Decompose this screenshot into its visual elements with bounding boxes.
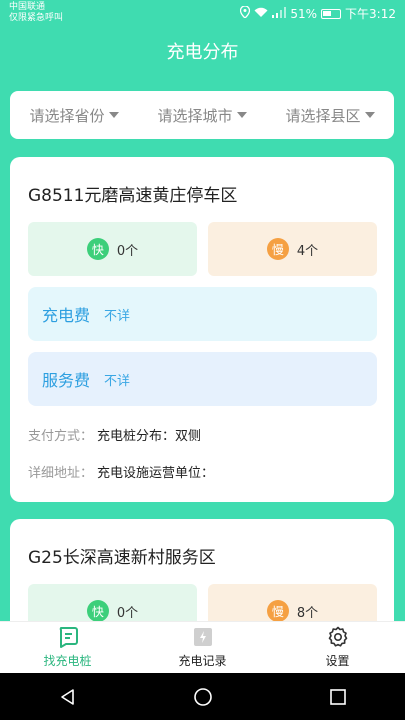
recents-square-icon	[329, 688, 346, 705]
fast-charger-count: 快 0个	[28, 222, 197, 276]
chat-square-icon	[56, 626, 80, 648]
location-icon	[240, 5, 251, 21]
system-nav-bar	[0, 673, 405, 720]
signal-icon	[272, 6, 287, 21]
city-select-label: 请选择城市	[157, 106, 233, 125]
carrier-info: 中国联通 仅限紧急呼叫	[9, 2, 63, 24]
back-button[interactable]	[48, 677, 88, 717]
recents-button[interactable]	[318, 677, 358, 717]
tab-charge-records-label: 充电记录	[178, 654, 227, 668]
slow-count: 8个	[296, 605, 319, 621]
charge-fee-label: 充电费	[42, 306, 91, 325]
province-select[interactable]: 请选择省份	[29, 105, 119, 126]
caret-down-icon	[236, 112, 247, 118]
carrier-name: 中国联通	[9, 2, 46, 12]
charge-fee-row: 充电费 不详	[28, 287, 377, 341]
carrier-status: 仅限紧急呼叫	[9, 13, 64, 23]
station-card[interactable]: G8511元磨高速黄庄停车区 快 0个 慢 4个 充电费 不详 服务费 不详 支…	[10, 157, 394, 502]
slow-count: 4个	[296, 243, 319, 259]
back-triangle-icon	[60, 688, 74, 705]
charge-record-icon	[191, 626, 215, 648]
address-row: 详细地址： 充电设施运营单位：	[28, 462, 214, 481]
fast-count: 0个	[116, 243, 139, 259]
battery-percent: 51%	[290, 6, 318, 21]
service-fee-value: 不详	[104, 373, 131, 389]
service-fee-label: 服务费	[42, 371, 91, 390]
wifi-icon	[254, 7, 268, 21]
slow-badge: 慢	[266, 238, 289, 260]
battery-icon	[321, 8, 342, 19]
address-value: 充电设施运营单位：	[97, 466, 215, 481]
fast-count: 0个	[116, 605, 139, 621]
bottom-tab-bar: 找充电桩 充电记录 设置	[0, 621, 405, 673]
fast-badge: 快	[86, 238, 109, 260]
charge-fee-value: 不详	[104, 308, 131, 324]
fast-badge: 快	[86, 600, 109, 622]
slow-charger-count: 慢 4个	[208, 222, 377, 276]
tab-settings[interactable]: 设置	[288, 622, 388, 673]
caret-down-icon	[364, 112, 375, 118]
home-circle-icon	[193, 687, 212, 706]
service-fee-row: 服务费 不详	[28, 352, 377, 406]
clock: 下午3:12	[345, 7, 396, 21]
address-label: 详细地址：	[28, 466, 94, 481]
page-title: 充电分布	[166, 42, 239, 63]
caret-down-icon	[108, 112, 119, 118]
station-name: G8511元磨高速黄庄停车区	[28, 186, 238, 206]
station-name: G25长深高速新村服务区	[28, 548, 216, 568]
home-button[interactable]	[183, 677, 223, 717]
tab-charge-records[interactable]: 充电记录	[153, 622, 253, 673]
payment-label: 支付方式：	[28, 429, 94, 444]
city-select[interactable]: 请选择城市	[157, 105, 247, 126]
status-icons: 51% 下午3:12	[240, 5, 396, 22]
payment-value: 充电桩分布：双侧	[97, 429, 202, 444]
slow-badge: 慢	[266, 600, 289, 622]
gear-icon	[326, 626, 350, 648]
tab-find-charger[interactable]: 找充电桩	[18, 622, 118, 673]
province-select-label: 请选择省份	[29, 106, 105, 125]
tab-find-charger-label: 找充电桩	[43, 654, 92, 668]
county-select-label: 请选择县区	[285, 106, 361, 125]
region-filter-bar: 请选择省份 请选择城市 请选择县区	[10, 91, 394, 139]
county-select[interactable]: 请选择县区	[285, 105, 375, 126]
tab-settings-label: 设置	[325, 654, 350, 668]
status-bar: 中国联通 仅限紧急呼叫 51% 下午3:12	[0, 0, 405, 26]
payment-row: 支付方式： 充电桩分布：双侧	[28, 425, 201, 444]
